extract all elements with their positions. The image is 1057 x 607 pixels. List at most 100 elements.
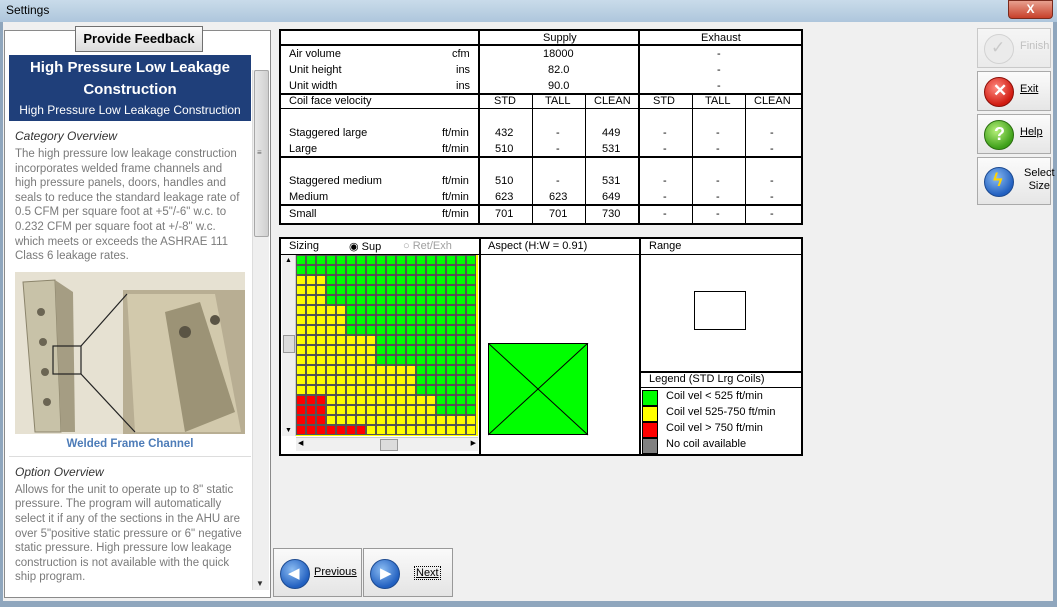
grid-cell[interactable]: [366, 295, 376, 305]
grid-cell[interactable]: [326, 365, 336, 375]
grid-cell[interactable]: [326, 315, 336, 325]
grid-cell[interactable]: [316, 305, 326, 315]
grid-cell[interactable]: [366, 375, 376, 385]
grid-cell[interactable]: [466, 265, 476, 275]
grid-cell[interactable]: [426, 415, 436, 425]
grid-cell[interactable]: [306, 265, 316, 275]
grid-cell[interactable]: [356, 385, 366, 395]
grid-cell[interactable]: [366, 395, 376, 405]
grid-cell[interactable]: [386, 415, 396, 425]
grid-cell[interactable]: [456, 315, 466, 325]
grid-cell[interactable]: [386, 405, 396, 415]
grid-cell[interactable]: [336, 325, 346, 335]
grid-cell[interactable]: [356, 345, 366, 355]
grid-cell[interactable]: [386, 375, 396, 385]
grid-cell[interactable]: [436, 315, 446, 325]
grid-cell[interactable]: [396, 255, 406, 265]
grid-cell[interactable]: [396, 325, 406, 335]
grid-cell[interactable]: [446, 355, 456, 365]
grid-cell[interactable]: [356, 325, 366, 335]
grid-cell[interactable]: [416, 425, 426, 435]
grid-cell[interactable]: [426, 395, 436, 405]
grid-cell[interactable]: [326, 325, 336, 335]
finish-button[interactable]: ✓ Finish: [977, 28, 1051, 68]
grid-cell[interactable]: [396, 275, 406, 285]
grid-cell[interactable]: [346, 285, 356, 295]
grid-cell[interactable]: [326, 285, 336, 295]
grid-cell[interactable]: [376, 325, 386, 335]
grid-cell[interactable]: [376, 375, 386, 385]
grid-cell[interactable]: [466, 295, 476, 305]
grid-cell[interactable]: [356, 305, 366, 315]
grid-cell[interactable]: [316, 335, 326, 345]
grid-cell[interactable]: [456, 305, 466, 315]
grid-horizontal-scrollbar[interactable]: ◀ ▶: [296, 437, 478, 451]
grid-cell[interactable]: [426, 315, 436, 325]
grid-cell[interactable]: [426, 305, 436, 315]
grid-cell[interactable]: [376, 255, 386, 265]
grid-cell[interactable]: [386, 295, 396, 305]
grid-cell[interactable]: [396, 365, 406, 375]
grid-cell[interactable]: [346, 415, 356, 425]
grid-cell[interactable]: [406, 305, 416, 315]
grid-cell[interactable]: [386, 325, 396, 335]
grid-cell[interactable]: [406, 265, 416, 275]
grid-cell[interactable]: [466, 385, 476, 395]
grid-cell[interactable]: [306, 415, 316, 425]
info-scrollbar[interactable]: ≡ ▼: [252, 70, 269, 590]
grid-cell[interactable]: [446, 415, 456, 425]
grid-cell[interactable]: [316, 325, 326, 335]
grid-cell[interactable]: [456, 395, 466, 405]
grid-cell[interactable]: [456, 385, 466, 395]
grid-cell[interactable]: [326, 295, 336, 305]
grid-cell[interactable]: [356, 395, 366, 405]
grid-cell[interactable]: [436, 325, 446, 335]
grid-cell[interactable]: [306, 315, 316, 325]
grid-cell[interactable]: [456, 375, 466, 385]
grid-cell[interactable]: [426, 275, 436, 285]
grid-cell[interactable]: [406, 345, 416, 355]
grid-cell[interactable]: [346, 265, 356, 275]
grid-cell[interactable]: [456, 255, 466, 265]
help-button[interactable]: ? Help: [977, 114, 1051, 154]
supply-radio[interactable]: ◉ Sup: [349, 240, 381, 253]
grid-cell[interactable]: [356, 365, 366, 375]
grid-cell[interactable]: [316, 375, 326, 385]
scroll-down-icon[interactable]: ▼: [285, 427, 292, 434]
grid-cell[interactable]: [426, 375, 436, 385]
grid-cell[interactable]: [426, 425, 436, 435]
grid-cell[interactable]: [406, 285, 416, 295]
grid-cell[interactable]: [396, 355, 406, 365]
grid-cell[interactable]: [376, 355, 386, 365]
grid-cell[interactable]: [416, 415, 426, 425]
grid-cell[interactable]: [396, 425, 406, 435]
grid-cell[interactable]: [306, 405, 316, 415]
grid-cell[interactable]: [416, 335, 426, 345]
grid-cell[interactable]: [396, 405, 406, 415]
grid-cell[interactable]: [446, 265, 456, 275]
coil-size-grid[interactable]: [296, 255, 478, 436]
grid-cell[interactable]: [336, 275, 346, 285]
grid-cell[interactable]: [466, 405, 476, 415]
grid-cell[interactable]: [296, 365, 306, 375]
grid-cell[interactable]: [296, 315, 306, 325]
grid-cell[interactable]: [346, 375, 356, 385]
grid-cell[interactable]: [386, 315, 396, 325]
grid-cell[interactable]: [406, 275, 416, 285]
grid-cell[interactable]: [296, 375, 306, 385]
grid-cell[interactable]: [336, 285, 346, 295]
grid-cell[interactable]: [396, 345, 406, 355]
grid-cell[interactable]: [376, 405, 386, 415]
grid-cell[interactable]: [446, 315, 456, 325]
grid-cell[interactable]: [416, 315, 426, 325]
grid-cell[interactable]: [296, 325, 306, 335]
grid-cell[interactable]: [376, 395, 386, 405]
grid-cell[interactable]: [436, 265, 446, 275]
grid-cell[interactable]: [406, 395, 416, 405]
grid-cell[interactable]: [416, 345, 426, 355]
grid-cell[interactable]: [346, 295, 356, 305]
grid-cell[interactable]: [386, 255, 396, 265]
grid-cell[interactable]: [406, 325, 416, 335]
grid-cell[interactable]: [396, 415, 406, 425]
grid-cell[interactable]: [376, 315, 386, 325]
